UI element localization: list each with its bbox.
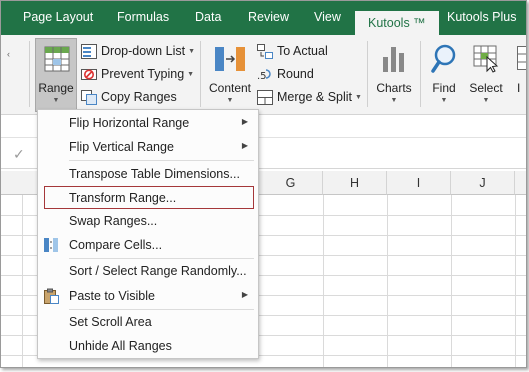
- menu-item-label: Swap Ranges...: [69, 214, 158, 228]
- column-line: [515, 195, 516, 367]
- scroll-left-icon: ‹: [7, 49, 10, 59]
- search-icon: [431, 44, 456, 73]
- charts-button[interactable]: Charts ▼: [372, 39, 416, 111]
- select-cursor-icon: [473, 45, 499, 73]
- ribbon-panel: ‹ Range ▼ Drop-down List ▼ Prevent Typing…: [1, 35, 526, 115]
- menu-item-label: Set Scroll Area: [69, 315, 152, 329]
- menu-separator: [69, 258, 254, 259]
- submenu-arrow-icon: ▶: [241, 290, 248, 299]
- to-actual-label: To Actual: [277, 44, 328, 58]
- prevent-typing-icon: [81, 69, 97, 80]
- dropdown-list-icon: [81, 44, 97, 59]
- menu-item-label: Flip Horizontal Range: [69, 116, 190, 130]
- submenu-arrow-icon: ▶: [241, 117, 248, 126]
- tab-view[interactable]: View: [314, 10, 341, 24]
- ribbon-tab-bar: Page Layout Formulas Data Review View Ku…: [1, 1, 526, 35]
- column-header-k[interactable]: [515, 171, 526, 195]
- menu-separator: [69, 309, 254, 310]
- column-header-g[interactable]: G: [259, 171, 323, 195]
- menu-item-paste-to-visible[interactable]: Paste to Visible ▶: [38, 285, 258, 307]
- select-label: Select: [469, 81, 503, 95]
- menu-item-label: Transpose Table Dimensions...: [69, 167, 240, 181]
- menu-separator: [69, 160, 254, 161]
- chevron-down-icon: ▼: [187, 71, 195, 78]
- copy-ranges-icon: [81, 90, 97, 105]
- range-grid-icon: [44, 46, 70, 72]
- svg-text:.5: .5: [257, 71, 267, 82]
- menu-item-label: Sort / Select Range Randomly...: [69, 264, 247, 278]
- charts-label: Charts: [376, 81, 412, 95]
- to-actual-icon: [257, 44, 273, 59]
- ribbon-separator: [200, 41, 201, 107]
- menu-item-transpose[interactable]: Transpose Table Dimensions...: [38, 163, 258, 185]
- column-header-i[interactable]: I: [387, 171, 451, 195]
- tab-data[interactable]: Data: [195, 10, 221, 24]
- round-icon: .5: [257, 69, 271, 82]
- range-dropdown-icon: ▼: [52, 97, 60, 104]
- ribbon-separator: [29, 41, 30, 107]
- paste-icon: [44, 288, 59, 304]
- copy-ranges-label: Copy Ranges: [101, 90, 177, 104]
- menu-item-sort-select-randomly[interactable]: Sort / Select Range Randomly...: [38, 260, 258, 282]
- round-label: Round: [277, 67, 314, 81]
- check-icon: ✓: [13, 146, 25, 162]
- insert-icon: [517, 46, 526, 70]
- tab-kutools[interactable]: Kutools ™: [355, 11, 439, 35]
- content-button[interactable]: Content ▼: [206, 39, 254, 111]
- dropdown-list-label: Drop-down List: [101, 44, 186, 58]
- prevent-typing-label: Prevent Typing: [101, 67, 185, 81]
- tab-kutools-plus[interactable]: Kutools Plus: [447, 10, 516, 24]
- menu-item-set-scroll-area[interactable]: Set Scroll Area: [38, 311, 258, 333]
- ribbon-separator: [420, 41, 421, 107]
- menu-item-flip-vertical[interactable]: Flip Vertical Range ▶: [38, 136, 258, 158]
- column-line: [323, 195, 324, 367]
- column-header-j[interactable]: J: [451, 171, 515, 195]
- select-dropdown-icon: ▼: [482, 97, 490, 104]
- menu-item-label: Compare Cells...: [69, 238, 163, 252]
- menu-item-compare-cells[interactable]: Compare Cells...: [38, 234, 258, 256]
- range-button[interactable]: Range ▼: [35, 38, 77, 112]
- tab-formulas[interactable]: Formulas: [117, 10, 169, 24]
- tab-page-layout[interactable]: Page Layout: [23, 10, 93, 24]
- charts-dropdown-icon: ▼: [390, 97, 398, 104]
- chart-bars-icon: [383, 47, 404, 72]
- find-dropdown-icon: ▼: [440, 97, 448, 104]
- menu-item-swap-ranges[interactable]: Swap Ranges...: [38, 210, 258, 232]
- ribbon-separator: [367, 41, 368, 107]
- excel-window: Page Layout Formulas Data Review View Ku…: [0, 0, 527, 368]
- menu-item-unhide-all-ranges[interactable]: Unhide All Ranges: [38, 335, 258, 357]
- compare-cells-icon: [44, 238, 58, 252]
- content-icon: [215, 47, 245, 71]
- find-label: Find: [432, 81, 456, 95]
- menu-item-label: Flip Vertical Range: [69, 140, 174, 154]
- menu-item-transform-range[interactable]: Transform Range...: [38, 187, 258, 209]
- content-dropdown-icon: ▼: [226, 97, 234, 104]
- insert-button-partial[interactable]: I: [513, 39, 526, 111]
- insert-label-partial: I: [517, 81, 521, 95]
- menu-item-label: Unhide All Ranges: [69, 339, 172, 353]
- range-label: Range: [38, 81, 74, 95]
- merge-split-label: Merge & Split: [277, 90, 353, 104]
- menu-item-label: Paste to Visible: [69, 289, 155, 303]
- select-button[interactable]: Select ▼: [466, 39, 506, 111]
- chevron-down-icon: ▼: [188, 48, 196, 55]
- content-label: Content: [208, 81, 252, 95]
- menu-item-flip-horizontal[interactable]: Flip Horizontal Range ▶: [38, 112, 258, 134]
- column-header-h[interactable]: H: [323, 171, 387, 195]
- column-line: [387, 195, 388, 367]
- find-button[interactable]: Find ▼: [425, 39, 463, 111]
- column-line: [451, 195, 452, 367]
- submenu-arrow-icon: ▶: [241, 141, 248, 150]
- merge-split-icon: [257, 90, 273, 105]
- range-dropdown-menu: Flip Horizontal Range ▶ Flip Vertical Ra…: [37, 109, 259, 359]
- tab-review[interactable]: Review: [248, 10, 289, 24]
- chevron-down-icon: ▼: [355, 94, 362, 101]
- menu-item-label: Transform Range...: [69, 191, 177, 205]
- column-line: [22, 195, 23, 367]
